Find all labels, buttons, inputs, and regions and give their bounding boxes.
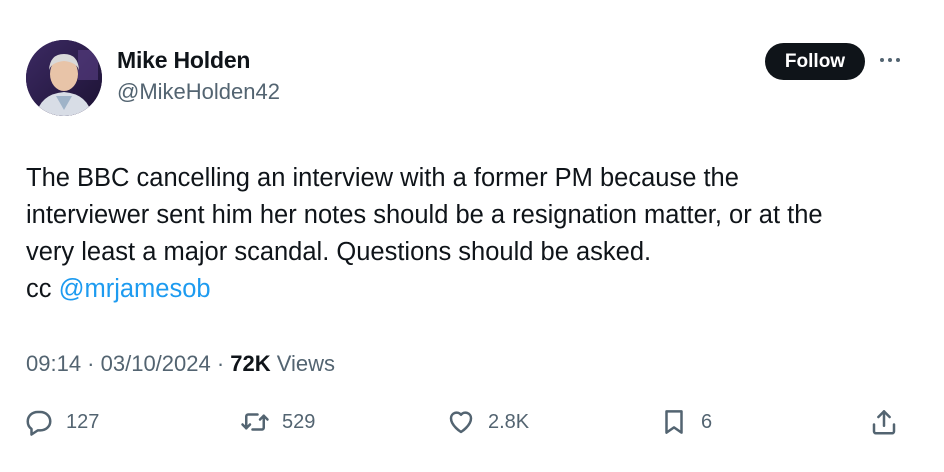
views-label: Views (270, 351, 336, 376)
cc-prefix: cc (26, 275, 59, 303)
tweet-text: The BBC cancelling an interview with a f… (26, 160, 916, 308)
tweet-date[interactable]: 03/10/2024 (101, 351, 211, 376)
reply-count: 127 (66, 410, 100, 433)
heart-icon (449, 411, 473, 434)
bookmark-count: 6 (701, 410, 713, 433)
tweet-text-line: The BBC cancelling an interview with a f… (26, 164, 739, 192)
action-bar: 127 529 2.8K 6 (0, 400, 944, 444)
reply-button[interactable]: 127 (24, 400, 99, 444)
like-button[interactable]: 2.8K (446, 400, 529, 444)
bookmark-button[interactable]: 6 (659, 400, 712, 444)
tweet-cc-line: cc @mrjamesob (26, 271, 916, 308)
reply-icon (26, 410, 52, 436)
avatar-image (26, 40, 102, 116)
author-handle[interactable]: @MikeHolden42 (117, 79, 280, 105)
avatar[interactable] (26, 40, 102, 116)
meta-separator: · (81, 351, 101, 376)
meta-separator: · (210, 351, 231, 376)
tweet-time[interactable]: 09:14 (26, 351, 81, 376)
share-icon (872, 410, 896, 435)
follow-button[interactable]: Follow (765, 43, 865, 80)
share-button[interactable] (869, 400, 899, 444)
repost-icon (241, 413, 269, 431)
more-horizontal-icon[interactable] (876, 50, 904, 70)
repost-button[interactable]: 529 (240, 400, 315, 444)
tweet-card: Mike Holden @MikeHolden42 Follow The BBC… (0, 0, 944, 472)
author-name[interactable]: Mike Holden (117, 47, 250, 74)
like-count: 2.8K (488, 410, 530, 433)
tweet-text-line: interviewer sent him her notes should be… (26, 201, 823, 229)
tweet-meta: 09:14 · 03/10/2024 · 72K Views (26, 351, 335, 377)
mention-link[interactable]: @mrjamesob (59, 275, 211, 303)
repost-count: 529 (282, 410, 316, 433)
bookmark-icon (665, 410, 683, 434)
views-count: 72K (230, 351, 271, 376)
tweet-text-line: very least a major scandal. Questions sh… (26, 238, 652, 266)
